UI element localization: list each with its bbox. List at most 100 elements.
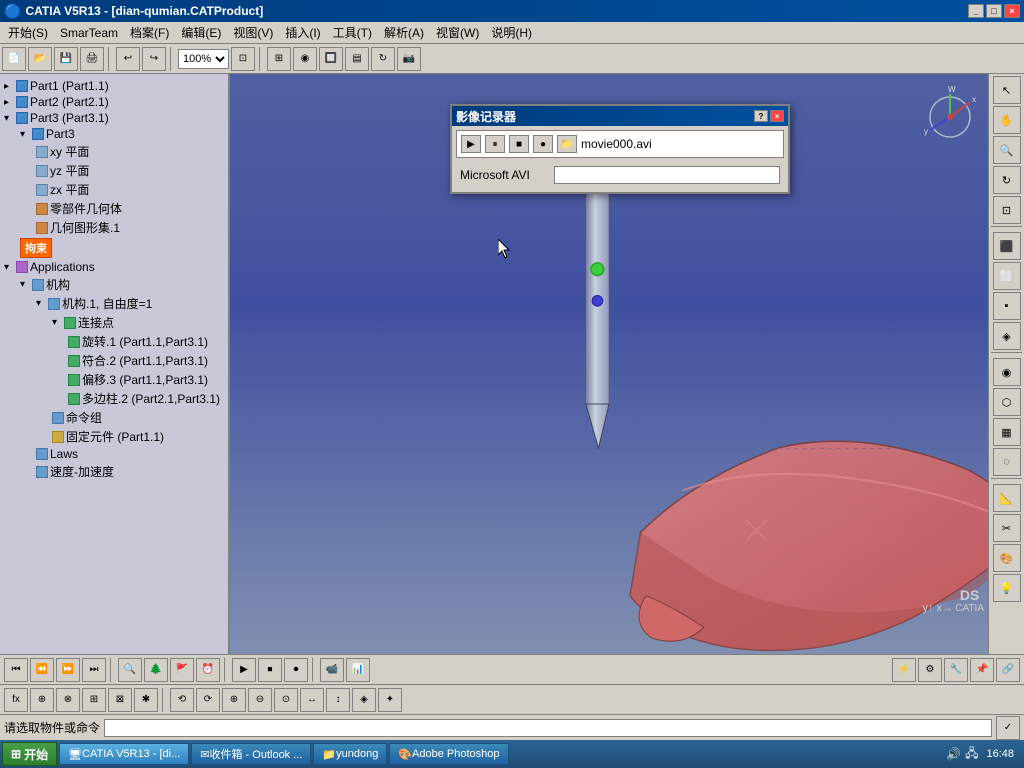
stop-btn[interactable]: ■ [509,135,529,153]
menu-edit[interactable]: 编辑(E) [175,23,227,43]
sim-cam-btn[interactable]: 📹 [320,658,344,682]
nav-btn6[interactable]: ↔ [300,688,324,712]
shade-btn[interactable]: ◉ [993,358,1021,386]
tree-item-rotate[interactable]: 旋转.1 (Part1.1,Part3.1) [4,332,224,351]
menu-start[interactable]: 开始(S) [2,23,54,43]
sim-fwd-btn[interactable]: ⏩ [56,658,80,682]
mech-btn6[interactable]: ✱ [134,688,158,712]
mech-btn5[interactable]: ⊠ [108,688,132,712]
mech-btn2[interactable]: ⊕ [30,688,54,712]
folder-btn[interactable]: 📁 [557,135,577,153]
menu-analyze[interactable]: 解析(A) [378,23,430,43]
nav-btn9[interactable]: ✦ [378,688,402,712]
mech-btn3[interactable]: ⊗ [56,688,80,712]
pan-btn[interactable]: ✋ [993,106,1021,134]
sim-r5[interactable]: 🔗 [996,658,1020,682]
sim-end-btn[interactable]: ⏭ [82,658,106,682]
sim-r4[interactable]: 📌 [970,658,994,682]
sim-back-btn[interactable]: ⏪ [30,658,54,682]
tree-item-geomset[interactable]: 几何图形集.1 [4,218,224,237]
nav-btn2[interactable]: ⟳ [196,688,220,712]
open-btn[interactable]: 📂 [28,47,52,71]
tree-item-laws[interactable]: Laws [4,446,224,462]
sim-r1[interactable]: ⚡ [892,658,916,682]
zoom-btn[interactable]: 🔍 [993,136,1021,164]
sim-stop-btn[interactable]: ⏹ [258,658,282,682]
new-btn[interactable]: 📄 [2,47,26,71]
taskbar-catia[interactable]: 🖥 CATIA V5R13 - [di... [59,743,189,765]
tree-item-cmdgroup[interactable]: 命令组 [4,408,224,427]
undo-btn[interactable]: ↩ [116,47,140,71]
menu-help[interactable]: 说明(H) [485,23,538,43]
section-btn[interactable]: ✂ [993,514,1021,542]
sim-play-btn[interactable]: ▶ [232,658,256,682]
close-btn[interactable]: × [1004,4,1020,18]
rotate3d-btn[interactable]: ↻ [993,166,1021,194]
mech-btn1[interactable]: fx [4,688,28,712]
view-iso-btn[interactable]: ◈ [993,322,1021,350]
tree-item-joints[interactable]: ▾ 连接点 [4,313,224,332]
render-btn[interactable]: 🎨 [993,544,1021,572]
redo-btn[interactable]: ↪ [142,47,166,71]
nav-btn4[interactable]: ⊖ [248,688,272,712]
select-btn[interactable]: ↖ [993,76,1021,104]
hidden-btn[interactable]: ◌ [993,448,1021,476]
tree-item-conform[interactable]: 符合.2 (Part1.1,Part3.1) [4,351,224,370]
sim-r2[interactable]: ⚙ [918,658,942,682]
tree-item-part2[interactable]: ▸ Part2 (Part2.1) [4,94,224,110]
maximize-btn[interactable]: □ [986,4,1002,18]
tree-item-xyplane[interactable]: xy 平面 [4,142,224,161]
tree-item-speed[interactable]: 速度-加速度 [4,462,224,481]
menu-file[interactable]: 档案(F) [124,23,175,43]
taskbar-photoshop[interactable]: 🎨 Adobe Photoshop [389,743,508,765]
wire-btn[interactable]: ⬡ [993,388,1021,416]
nav-btn7[interactable]: ↕ [326,688,350,712]
menu-tools[interactable]: 工具(T) [327,23,378,43]
view-btn2[interactable]: ◉ [293,47,317,71]
tree-item-part3sub[interactable]: ▾ Part3 [4,126,224,142]
modal-help-btn[interactable]: ? [754,110,768,122]
measure-btn[interactable]: 📐 [993,484,1021,512]
menu-insert[interactable]: 插入(I) [279,23,326,43]
modal-close-btn[interactable]: × [770,110,784,122]
sim-tree-btn[interactable]: 🌲 [144,658,168,682]
menu-view[interactable]: 视图(V) [227,23,279,43]
taskbar-yundong[interactable]: 📁 yundong [313,743,387,765]
sim-flag-btn[interactable]: 🚩 [170,658,194,682]
menu-window[interactable]: 视窗(W) [430,23,485,43]
view-front-btn[interactable]: ⬛ [993,232,1021,260]
taskbar-outlook[interactable]: ✉ 收件箱 - Outlook ... [191,743,311,765]
tree-item-mech1[interactable]: ▾ 机构.1, 自由度=1 [4,294,224,313]
sim-search-btn[interactable]: 🔍 [118,658,142,682]
play-btn[interactable]: ▶ [461,135,481,153]
zoom-select[interactable]: 50% 100% 125% 150% 200% [178,49,229,69]
edge-btn[interactable]: ▦ [993,418,1021,446]
camera-btn[interactable]: 📷 [397,47,421,71]
tree-item-part1[interactable]: ▸ Part1 (Part1.1) [4,78,224,94]
rotate-btn[interactable]: ↻ [371,47,395,71]
menu-smarteam[interactable]: SmarTeam [54,23,124,43]
view-btn4[interactable]: ▤ [345,47,369,71]
viewport[interactable]: x y W y↑ x→ DS CATIA 影像记录器 ? × [230,74,988,654]
fit-all-btn[interactable]: ⊡ [993,196,1021,224]
tree-item-mech[interactable]: ▾ 机构 [4,275,224,294]
sim-record-btn[interactable]: ⏺ [284,658,308,682]
fit-btn[interactable]: ⊡ [231,47,255,71]
tree-item-yzplane[interactable]: yz 平面 [4,161,224,180]
sim-rewind-btn[interactable]: ⏮ [4,658,28,682]
nav-btn8[interactable]: ◈ [352,688,376,712]
sim-graph-btn[interactable]: 📊 [346,658,370,682]
tree-item-zxplane[interactable]: zx 平面 [4,180,224,199]
tree-item-prism[interactable]: 多边柱.2 (Part2.1,Part3.1) [4,389,224,408]
nav-btn1[interactable]: ⟲ [170,688,194,712]
view-right-btn[interactable]: ▪ [993,292,1021,320]
tree-item-apps[interactable]: ▾ Applications [4,259,224,275]
light-btn[interactable]: 💡 [993,574,1021,602]
view-top-btn[interactable]: ⬜ [993,262,1021,290]
tree-item-offset[interactable]: 偏移.3 (Part1.1,Part3.1) [4,370,224,389]
view-btn3[interactable]: 🔲 [319,47,343,71]
format-input[interactable] [554,166,780,184]
status-input[interactable] [104,719,992,737]
record-btn[interactable]: ● [533,135,553,153]
status-confirm-btn[interactable]: ✓ [996,716,1020,740]
